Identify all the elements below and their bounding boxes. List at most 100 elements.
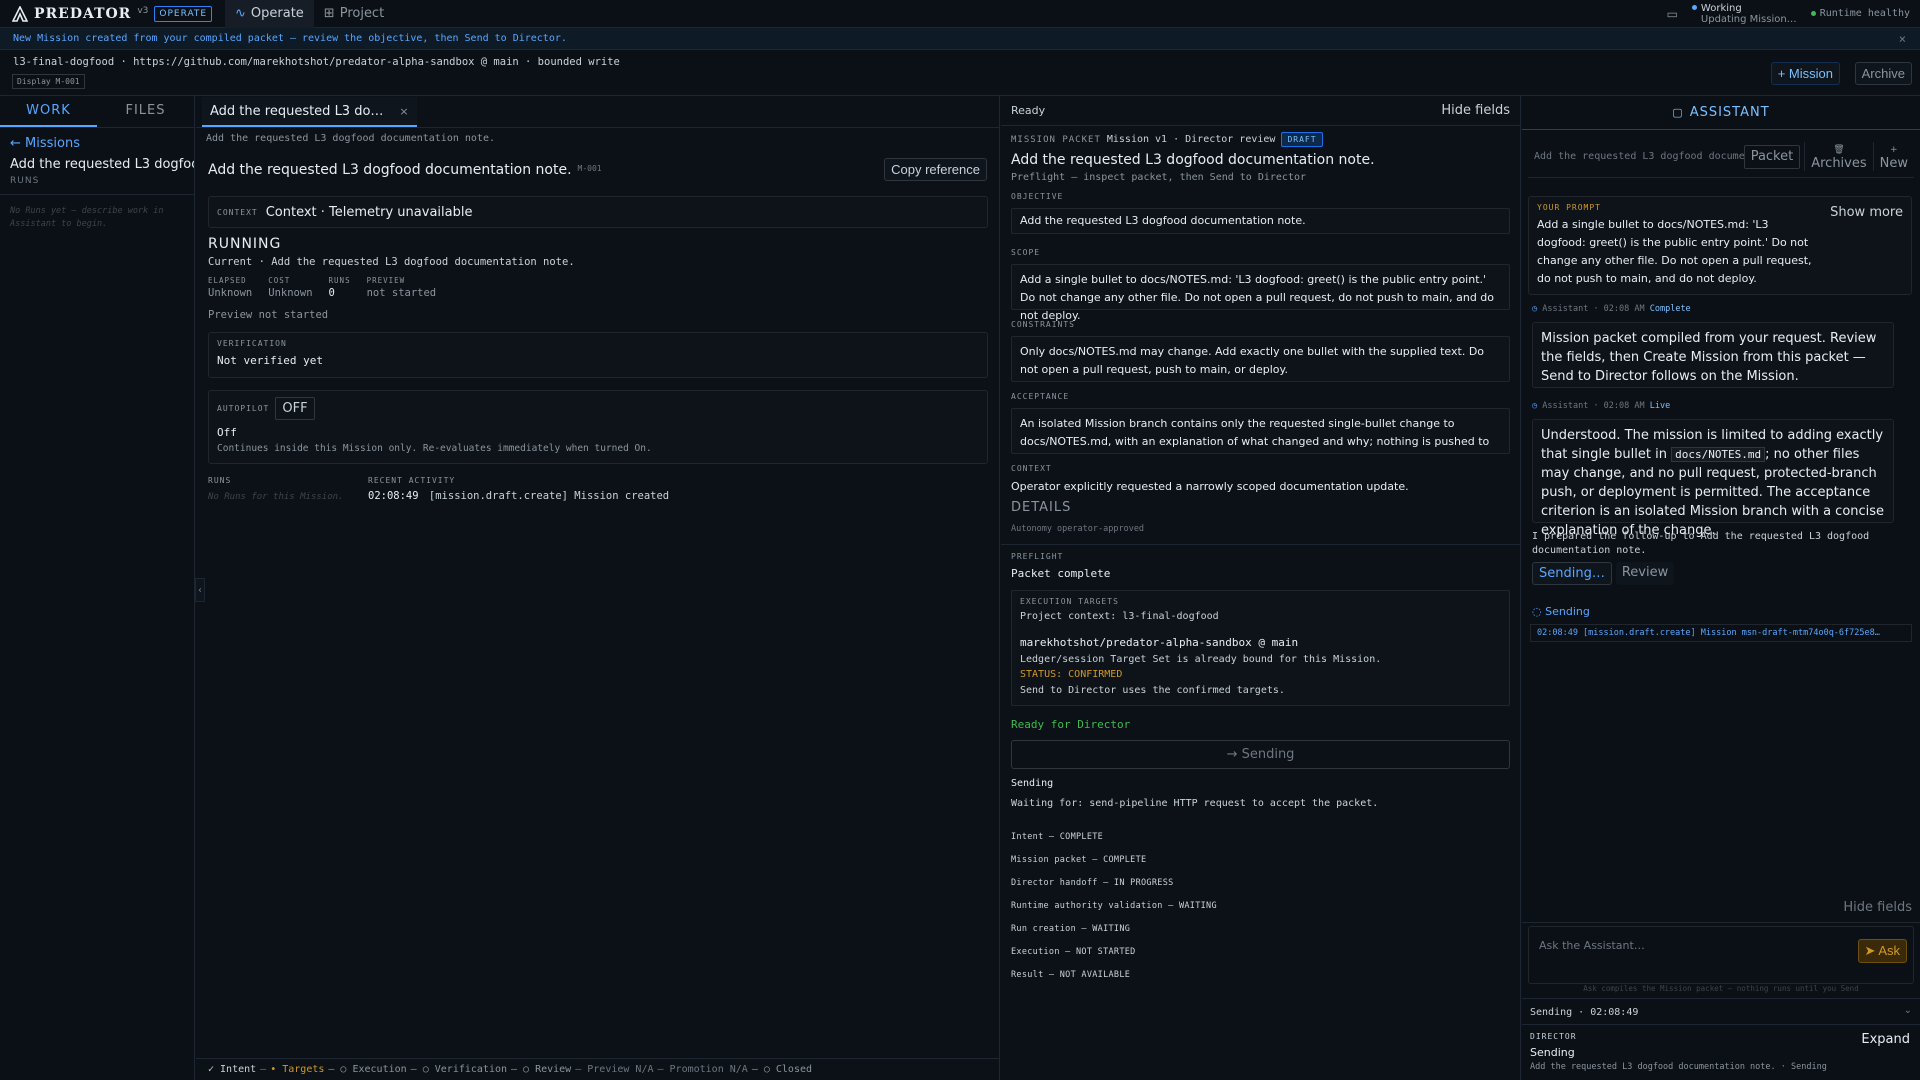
- step-runtime-validation: Runtime authority validation — WAITING: [1011, 901, 1217, 911]
- runs-label: RUNS: [0, 172, 194, 195]
- assistant-header: ▢ ASSISTANT: [1522, 96, 1920, 130]
- acceptance-field[interactable]: An isolated Mission branch contains only…: [1011, 408, 1510, 454]
- packet-header: MISSION PACKET Mission v1 · Director rev…: [1011, 132, 1510, 147]
- archive-button[interactable]: Archive: [1854, 62, 1912, 85]
- autopilot-toggle[interactable]: OFF: [275, 397, 315, 420]
- review-button[interactable]: Review: [1615, 562, 1675, 585]
- add-mission-button[interactable]: + Mission: [1770, 62, 1840, 85]
- predator-logo-icon: [12, 5, 28, 22]
- tab-operate[interactable]: ∿ Operate: [225, 0, 314, 28]
- scope-field[interactable]: Add a single bullet to docs/NOTES.md: 'L…: [1011, 264, 1510, 322]
- message-meta: ◷ Assistant · 02:08 AM Complete: [1532, 304, 1691, 314]
- context-value: Operator explicitly requested a narrowly…: [1011, 480, 1409, 493]
- prompt-text: Add a single bullet to docs/NOTES.md: 'L…: [1537, 218, 1812, 285]
- archives-button[interactable]: 🗑 Archives: [1804, 142, 1872, 171]
- new-button[interactable]: + New: [1872, 142, 1914, 171]
- run-status: RUNNING Current · Add the requested L3 d…: [208, 236, 575, 321]
- message-meta-text: Assistant · 02:08 AM: [1542, 304, 1645, 314]
- activity-heading: RECENT ACTIVITY: [368, 476, 456, 485]
- packet-button[interactable]: Packet: [1743, 144, 1801, 169]
- close-icon[interactable]: ×: [1899, 32, 1906, 46]
- timeline-step: — ○ Review: [511, 1064, 572, 1075]
- assistant-title: ASSISTANT: [1689, 105, 1770, 120]
- director-state: Sending: [1530, 1046, 1575, 1059]
- runs-activity: RUNS No Runs for this Mission. RECENT AC…: [208, 476, 669, 502]
- stat-runs-value: 0: [328, 287, 335, 299]
- chat-icon[interactable]: ▭: [1667, 7, 1678, 21]
- missions-back-link[interactable]: ← Missions: [0, 128, 194, 151]
- verification-value: Not verified yet: [217, 354, 323, 367]
- status-badge: STATUS: CONFIRMED: [1020, 669, 1123, 680]
- divider: [1522, 998, 1920, 999]
- archives-label: Archives: [1811, 156, 1867, 171]
- working-status: Working Updating Mission…: [1691, 2, 1797, 25]
- step-execution: Execution — NOT STARTED: [1011, 947, 1136, 957]
- tab-files[interactable]: FILES: [97, 96, 194, 127]
- timeline-step: — ○ Closed: [751, 1064, 813, 1075]
- info-banner: New Mission created from your compiled p…: [0, 28, 1920, 50]
- ready-for-director: Ready for Director: [1011, 718, 1131, 731]
- draft-badge: DRAFT: [1281, 132, 1323, 147]
- hide-fields-button[interactable]: Hide fields: [1843, 900, 1912, 915]
- objective-field[interactable]: Add the requested L3 dogfood documentati…: [1011, 208, 1510, 234]
- runtime-status: Runtime healthy: [1810, 8, 1910, 19]
- autopilot-state: Off: [217, 426, 237, 439]
- sending-status-text: Sending: [1545, 605, 1590, 618]
- tab-work[interactable]: WORK: [0, 96, 97, 127]
- top-bar: PREDATOR v3 OPERATE ∿ Operate ⊞ Project …: [0, 0, 1920, 28]
- new-label: New: [1879, 156, 1908, 171]
- verification-label: VERIFICATION: [217, 339, 287, 348]
- ask-placeholder: Ask the Assistant…: [1539, 939, 1645, 952]
- close-icon[interactable]: ×: [399, 105, 408, 118]
- your-prompt-card: YOUR PROMPT Show more Add a single bulle…: [1528, 196, 1912, 295]
- timeline-step: —: [260, 1064, 267, 1075]
- copy-reference-button[interactable]: Copy reference: [884, 158, 987, 181]
- grid-icon: ⊞: [323, 6, 335, 21]
- preflight-hint: Preflight — inspect packet, then Send to…: [1011, 172, 1307, 183]
- runs-heading: RUNS: [208, 476, 232, 485]
- constraints-field[interactable]: Only docs/NOTES.md may change. Add exact…: [1011, 336, 1510, 382]
- send-to-director-button[interactable]: → Sending: [1011, 740, 1510, 769]
- expand-button[interactable]: Expand: [1861, 1032, 1910, 1047]
- collapse-icon[interactable]: ⌄: [1904, 1005, 1912, 1016]
- assistant-message: Mission packet compiled from your reques…: [1532, 322, 1894, 388]
- details-toggle[interactable]: DETAILS: [1011, 500, 1510, 515]
- status-line: Sending · 02:08:49: [1530, 1007, 1639, 1018]
- stat-elapsed-label: ELAPSED: [208, 276, 247, 285]
- context-box: CONTEXT Context · Telemetry unavailable: [208, 196, 988, 228]
- stat-preview-value: not started: [366, 287, 437, 299]
- runs-empty-note: No Runs yet — describe work in Assistant…: [10, 206, 164, 229]
- tab-project[interactable]: ⊞ Project: [314, 0, 394, 28]
- ledger-note: Ledger/session Target Set is already bou…: [1020, 654, 1382, 665]
- followup-actions: Sending… Review: [1532, 562, 1675, 585]
- autopilot-label: AUTOPILOT: [217, 404, 270, 413]
- tab-mission[interactable]: Add the requested L3 do… ×: [202, 97, 417, 127]
- ask-button[interactable]: ➤ Ask: [1857, 939, 1907, 963]
- director-label: DIRECTOR: [1530, 1032, 1577, 1041]
- working-label: Working: [1700, 2, 1742, 14]
- ask-input[interactable]: Ask the Assistant… ➤ Ask: [1528, 926, 1914, 984]
- acceptance-label: ACCEPTANCE: [1011, 392, 1070, 401]
- send-note: Send to Director uses the confirmed targ…: [1020, 685, 1285, 696]
- preflight-value: Packet complete: [1011, 567, 1111, 580]
- hide-fields-button[interactable]: Hide fields: [1441, 103, 1510, 118]
- mode-badge: OPERATE: [154, 5, 213, 22]
- autopilot-note: Continues inside this Mission only. Re-e…: [217, 443, 652, 454]
- stat-preview-label: PREVIEW: [366, 276, 406, 285]
- working-dot-icon: [1691, 5, 1697, 10]
- activity-time: 02:08:49: [368, 490, 419, 502]
- show-more-button[interactable]: Show more: [1830, 205, 1903, 220]
- step-intent: Intent — COMPLETE: [1011, 832, 1104, 842]
- working-sub: Updating Mission…: [1700, 13, 1797, 25]
- context-label: CONTEXT: [217, 207, 258, 217]
- tab-project-label: Project: [339, 6, 385, 21]
- step-director-handoff: Director handoff — IN PROGRESS: [1011, 878, 1174, 888]
- sending-status: ◌ Sending: [1532, 605, 1590, 618]
- runtime-dot-icon: [1810, 10, 1816, 16]
- sidebar-item-mission[interactable]: Add the requested L3 dogfoo…: [0, 151, 194, 172]
- packet-header-label: MISSION PACKET: [1011, 134, 1101, 145]
- context-text: Context · Telemetry unavailable: [265, 204, 473, 220]
- brand[interactable]: PREDATOR v3 OPERATE: [0, 5, 225, 22]
- sending-button[interactable]: Sending…: [1532, 562, 1612, 585]
- divider: [1001, 544, 1520, 545]
